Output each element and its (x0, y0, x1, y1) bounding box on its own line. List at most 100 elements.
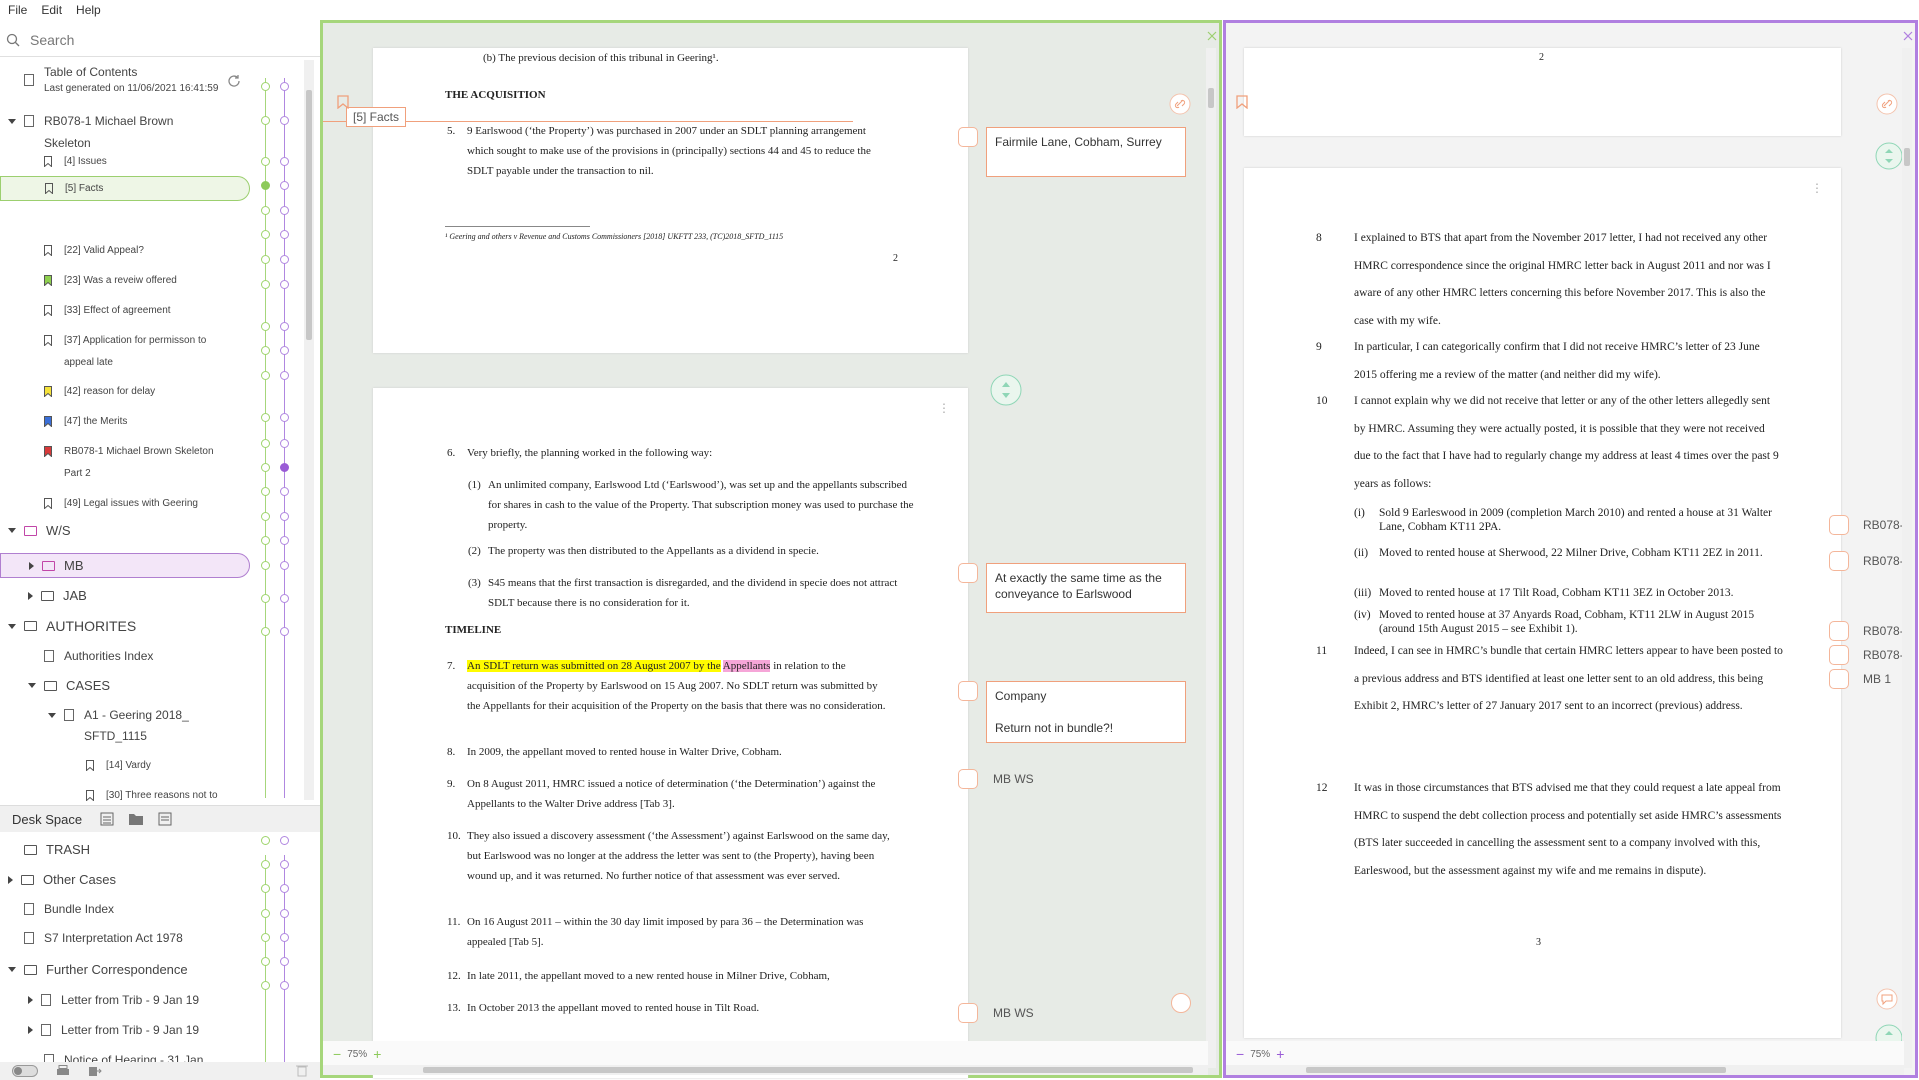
purple-thread-dot[interactable] (280, 181, 289, 190)
doc-authorities-index[interactable]: Authorities Index (44, 649, 294, 663)
green-thread-dot[interactable] (261, 157, 270, 166)
purple-thread-dot[interactable] (280, 933, 289, 942)
link-label[interactable]: MB WS (993, 772, 1034, 786)
bookmark-effect[interactable]: [33] Effect of agreement (44, 305, 294, 316)
link-icon[interactable] (1829, 669, 1849, 689)
green-thread-dot[interactable] (261, 536, 270, 545)
folder-other-cases[interactable]: Other Cases (8, 872, 258, 887)
purple-thread-dot[interactable] (280, 116, 289, 125)
doc-bundle-index[interactable]: Bundle Index (24, 902, 274, 916)
pane-hscrollbar[interactable] (1226, 1065, 1904, 1075)
folder-jab[interactable]: JAB (28, 588, 278, 603)
scroll-thumb[interactable] (423, 1067, 1193, 1073)
purple-thread-dot[interactable] (280, 157, 289, 166)
chevron-down-icon[interactable] (8, 967, 16, 972)
purple-thread-dot[interactable] (280, 230, 289, 239)
bookmark-geering[interactable]: [49] Legal issues with Geering (44, 498, 294, 509)
folder-further[interactable]: Further Correspondence (8, 962, 258, 977)
zoom-level[interactable]: 75% (1250, 1049, 1270, 1060)
comment-icon[interactable] (958, 681, 978, 701)
highlight-pink[interactable]: Appellants (722, 660, 771, 672)
chevron-down-icon[interactable] (8, 528, 16, 533)
purple-thread-dot[interactable] (280, 487, 289, 496)
green-thread-dot[interactable] (261, 981, 270, 990)
purple-thread-dot[interactable] (280, 860, 289, 869)
chevron-down-icon[interactable] (28, 683, 36, 688)
doc-s7[interactable]: S7 Interpretation Act 1978 (24, 931, 274, 945)
green-thread-dot[interactable] (261, 181, 270, 190)
green-thread-dot[interactable] (261, 512, 270, 521)
bookmark-issues[interactable]: [4] Issues (44, 156, 294, 167)
scroll-thumb[interactable] (1208, 88, 1214, 108)
green-thread-dot[interactable] (261, 561, 270, 570)
tree-item-rb078[interactable]: RB078-1 Michael Brown (8, 114, 258, 128)
green-thread-dot[interactable] (261, 487, 270, 496)
doc-letter-2[interactable]: Letter from Trib - 9 Jan 19 (28, 1023, 278, 1037)
list-icon[interactable] (100, 812, 114, 826)
link-icon[interactable] (1876, 93, 1898, 115)
zoom-level[interactable]: 75% (347, 1049, 367, 1060)
comment-icon[interactable] (958, 563, 978, 583)
purple-thread-dot[interactable] (280, 346, 289, 355)
purple-thread-dot[interactable] (280, 536, 289, 545)
chevron-right-icon[interactable] (28, 1026, 33, 1034)
link-icon[interactable] (1829, 621, 1849, 641)
print-icon[interactable] (56, 1065, 70, 1077)
zoom-out-button[interactable]: − (1236, 1046, 1244, 1062)
refresh-icon[interactable] (226, 73, 242, 89)
more-icon[interactable]: ⋮ (1811, 178, 1823, 198)
comment-icon[interactable] (1876, 988, 1898, 1010)
green-thread-dot[interactable] (261, 933, 270, 942)
note-card[interactable]: At exactly the same time as the conveyan… (986, 563, 1186, 613)
delete-icon[interactable] (296, 1064, 308, 1077)
zoom-out-button[interactable]: − (333, 1046, 341, 1062)
zoom-in-button[interactable]: + (373, 1046, 381, 1062)
folder-authorities[interactable]: AUTHORITES (8, 618, 258, 634)
more-icon[interactable]: ⋮ (938, 398, 950, 418)
green-thread-dot[interactable] (261, 346, 270, 355)
bookmark-icon[interactable] (337, 95, 349, 109)
menu-edit[interactable]: Edit (41, 3, 62, 17)
green-thread-dot[interactable] (261, 594, 270, 603)
link-icon[interactable] (1829, 515, 1849, 535)
purple-thread-dot[interactable] (280, 463, 289, 472)
scroll-thumb[interactable] (1904, 148, 1910, 166)
bookmark-application[interactable]: [37] Application for permisson to (44, 335, 294, 346)
bookmark-vardy[interactable]: [14] Vardy (86, 760, 336, 771)
desk-space-label[interactable]: Desk Space (12, 812, 82, 827)
bookmark-review[interactable]: [23] Was a reveiw offered (44, 275, 294, 286)
toggle-icon[interactable] (12, 1065, 38, 1077)
sync-icon[interactable] (989, 373, 1023, 407)
chevron-right-icon[interactable] (28, 996, 33, 1004)
green-thread-dot[interactable] (261, 322, 270, 331)
chevron-down-icon[interactable] (8, 623, 16, 629)
purple-thread-dot[interactable] (280, 439, 289, 448)
note-card[interactable]: Fairmile Lane, Cobham, Surrey (986, 127, 1186, 177)
green-thread-dot[interactable] (261, 884, 270, 893)
purple-thread-dot[interactable] (280, 981, 289, 990)
facts-tab[interactable]: [5] Facts (346, 107, 407, 127)
link-icon[interactable] (1169, 93, 1191, 115)
purple-thread-dot[interactable] (280, 957, 289, 966)
green-thread-dot[interactable] (261, 82, 270, 91)
search-box[interactable]: Search (6, 28, 306, 52)
document-icon[interactable] (158, 812, 172, 826)
zoom-in-button[interactable]: + (1276, 1046, 1284, 1062)
doc-letter-1[interactable]: Letter from Trib - 9 Jan 19 (28, 993, 278, 1007)
purple-thread-dot[interactable] (280, 322, 289, 331)
menu-file[interactable]: File (8, 3, 27, 17)
purple-thread-dot[interactable] (280, 512, 289, 521)
scroll-thumb[interactable] (1306, 1067, 1726, 1073)
chevron-down-icon[interactable] (48, 712, 56, 718)
chevron-right-icon[interactable] (29, 561, 34, 570)
bookmark-icon[interactable] (1236, 95, 1248, 109)
comment-icon[interactable] (958, 127, 978, 147)
folder-cases[interactable]: CASES (28, 678, 278, 693)
purple-thread-dot[interactable] (280, 413, 289, 422)
purple-thread-dot[interactable] (280, 82, 289, 91)
folder-ws[interactable]: W/S (8, 523, 258, 538)
green-thread-dot[interactable] (261, 439, 270, 448)
bookmark-facts[interactable]: [5] Facts (0, 176, 250, 201)
purple-thread-dot[interactable] (280, 206, 289, 215)
green-thread-dot[interactable] (261, 860, 270, 869)
